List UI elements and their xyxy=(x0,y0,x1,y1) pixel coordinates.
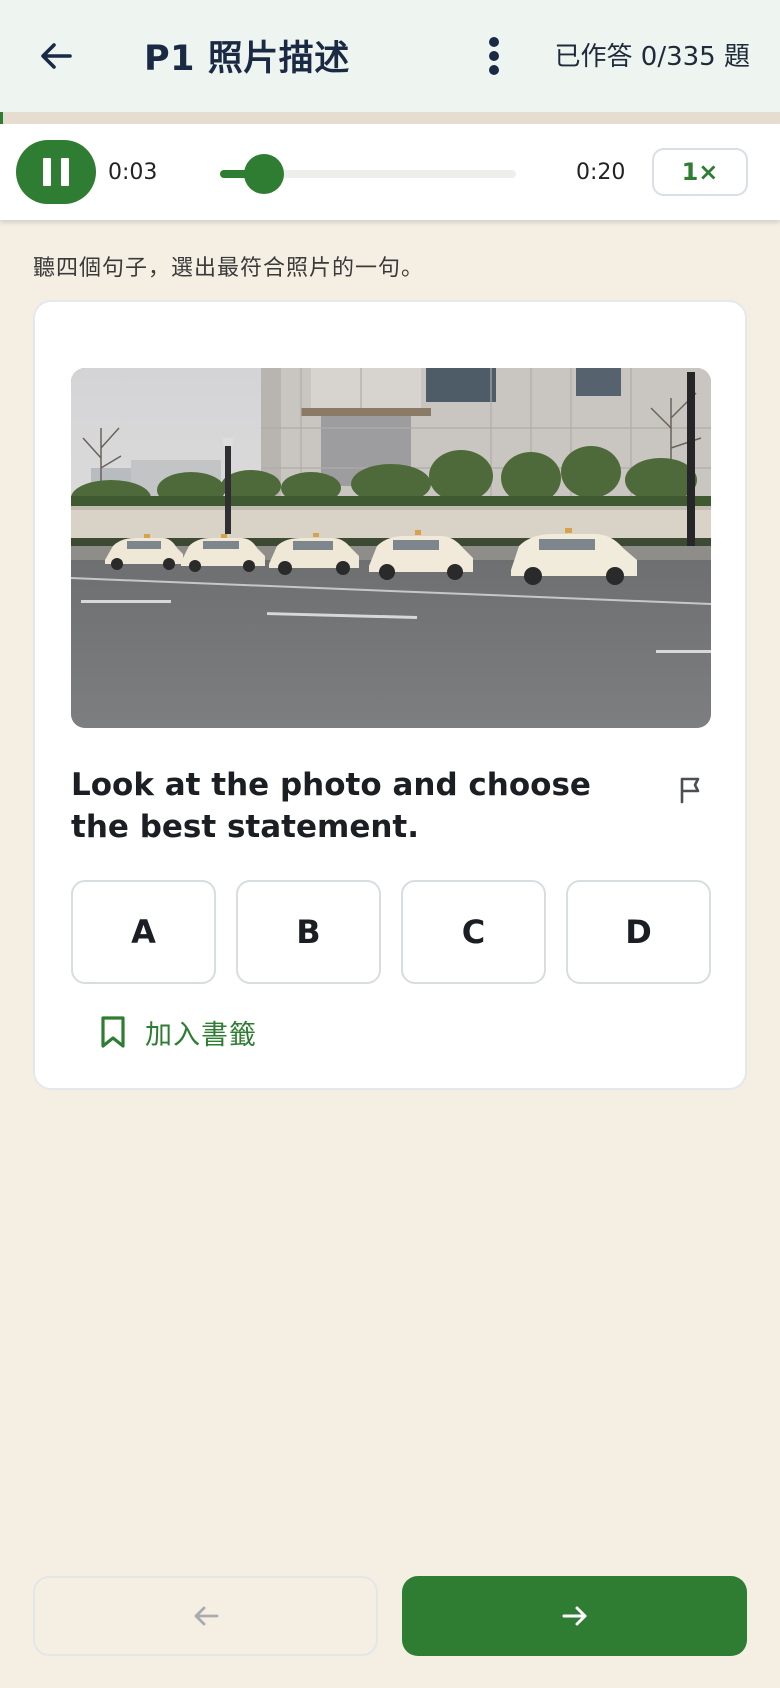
add-bookmark-button[interactable]: 加入書籤 xyxy=(99,1002,257,1062)
question-photo xyxy=(71,368,711,728)
flag-icon xyxy=(680,777,700,804)
audio-seek-thumb[interactable] xyxy=(244,154,285,194)
bookmark-icon xyxy=(101,1016,125,1048)
pause-icon xyxy=(43,158,51,186)
playback-speed-button[interactable]: 1× xyxy=(652,148,748,196)
arrow-left-icon xyxy=(194,1606,218,1626)
more-vertical-icon xyxy=(489,37,499,75)
app-root: P1 照片描述 已作答 0/335 題 0:03 0:20 1× 聽四個句子，選… xyxy=(0,0,780,1688)
pause-button[interactable] xyxy=(16,140,96,204)
question-progress-bar xyxy=(0,112,780,124)
option-c-button[interactable]: C xyxy=(401,880,546,984)
option-d-button[interactable]: D xyxy=(566,880,711,984)
option-b-button[interactable]: B xyxy=(236,880,381,984)
report-flag-button[interactable] xyxy=(671,770,711,810)
option-a-button[interactable]: A xyxy=(71,880,216,984)
top-app-bar: P1 照片描述 已作答 0/335 題 xyxy=(0,0,780,112)
audio-seek-slider[interactable] xyxy=(220,154,516,194)
audio-current-time: 0:03 xyxy=(108,160,158,185)
photo-taxis-street xyxy=(71,368,711,728)
bookmark-label: 加入書籤 xyxy=(145,1019,257,1051)
arrow-right-icon xyxy=(562,1606,586,1626)
back-button[interactable] xyxy=(30,26,82,86)
next-question-button[interactable] xyxy=(402,1576,747,1656)
audio-total-time: 0:20 xyxy=(576,160,626,185)
more-options-button[interactable] xyxy=(476,30,512,82)
previous-question-button[interactable] xyxy=(33,1576,378,1656)
instruction-text: 聽四個句子，選出最符合照片的一句。 xyxy=(33,256,425,281)
answered-counter: 已作答 0/335 題 xyxy=(554,42,750,72)
question-card: Look at the photo and choose the best st… xyxy=(33,300,747,1090)
arrow-left-icon xyxy=(41,43,72,69)
page-title: P1 照片描述 xyxy=(144,39,350,79)
question-text: Look at the photo and choose the best st… xyxy=(71,767,591,845)
question-progress-fill xyxy=(0,112,3,124)
audio-player: 0:03 0:20 1× xyxy=(0,124,780,220)
answer-options: A B C D xyxy=(71,880,711,984)
